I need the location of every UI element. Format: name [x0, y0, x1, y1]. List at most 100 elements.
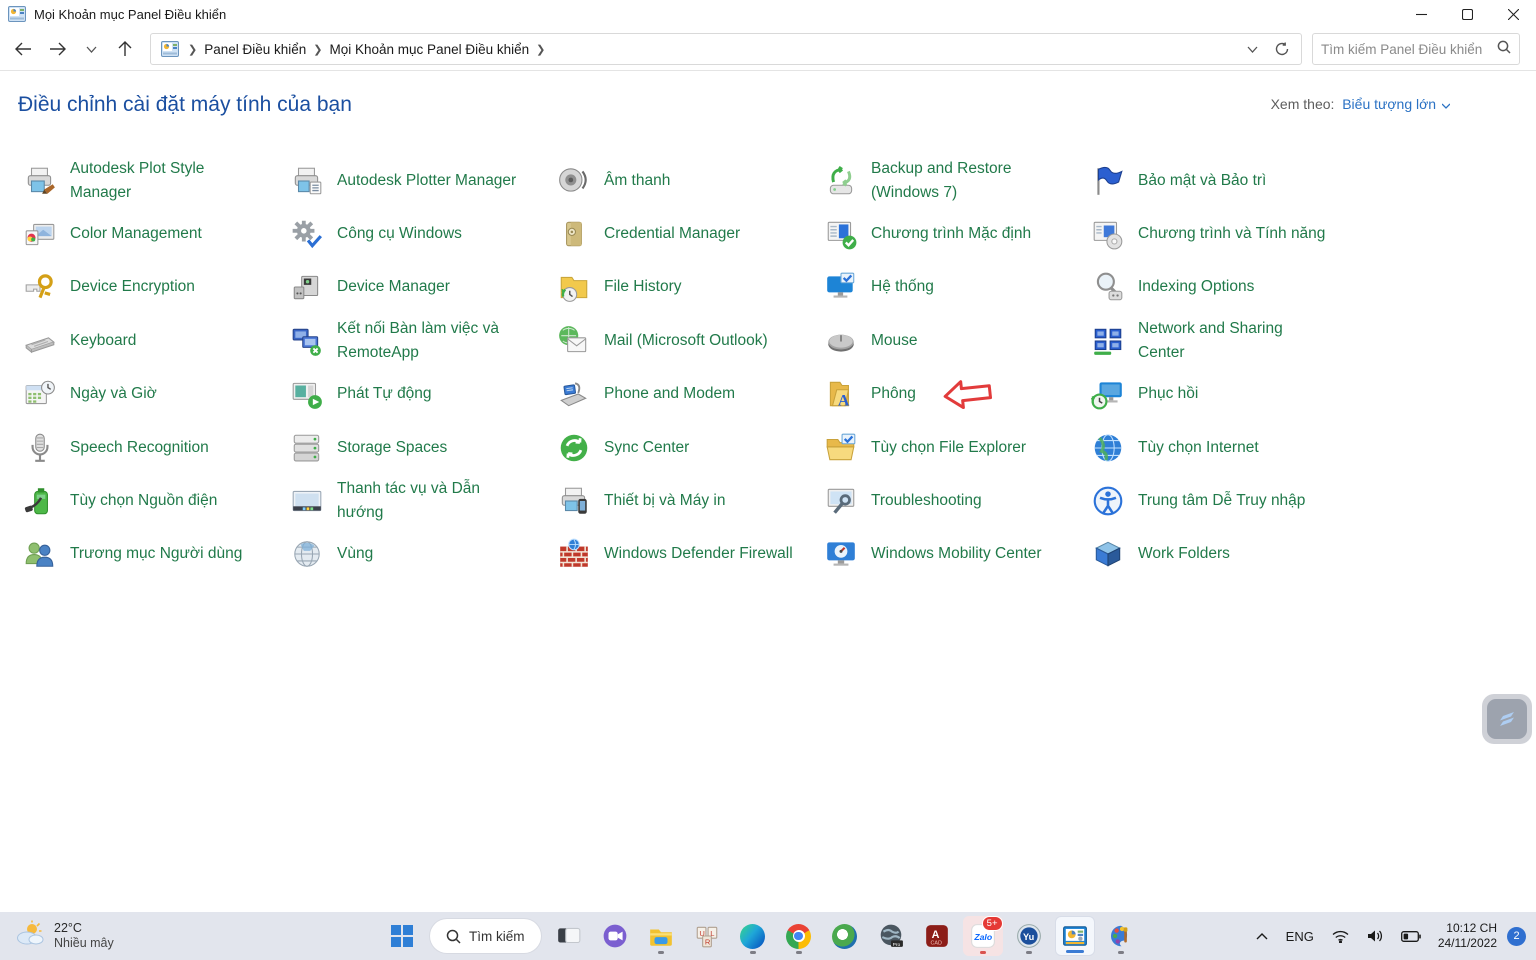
control-panel-item-truong-muc-nguoi-dung[interactable]: Trương mục Người dùng: [22, 536, 289, 572]
control-panel-item-phone-and-modem[interactable]: Phone and Modem: [556, 376, 823, 412]
control-panel-item-cong-cu-windows[interactable]: Công cụ Windows: [289, 216, 556, 252]
taskbar-app-yu-app[interactable]: Yu: [1009, 916, 1049, 956]
key-icon: [22, 269, 58, 305]
language-indicator[interactable]: ENG: [1279, 918, 1321, 954]
item-label: Thanh tác vụ và Dẫn hướng: [337, 477, 527, 525]
taskbar-app-coc-coc-browser[interactable]: [825, 916, 865, 956]
item-label: Chương trình Mặc định: [871, 222, 1031, 246]
control-panel-items-area: Autodesk Plot Style ManagerAutodesk Plot…: [22, 142, 1422, 581]
control-panel-item-file-history[interactable]: File History: [556, 269, 823, 305]
control-panel-item-mouse[interactable]: Mouse: [823, 323, 1090, 359]
backup-restore-icon: [823, 163, 859, 199]
control-panel-item-network-and-sharing-center[interactable]: Network and Sharing Center: [1090, 317, 1357, 365]
control-panel-item-vung[interactable]: Vùng: [289, 536, 556, 572]
control-panel-item-chuong-trinh-mac-dinh[interactable]: Chương trình Mặc định: [823, 216, 1090, 252]
svg-text:A: A: [931, 929, 939, 941]
wifi-icon[interactable]: [1325, 918, 1356, 954]
svg-text:Zalo: Zalo: [973, 932, 993, 942]
taskbar-app-task-view[interactable]: [549, 916, 589, 956]
taskbar-search[interactable]: Tìm kiếm: [430, 919, 541, 953]
control-panel-item-thanh-tac-vu-va-dan-huong[interactable]: Thanh tác vụ và Dẫn hướng: [289, 477, 556, 525]
refresh-button[interactable]: [1267, 35, 1297, 63]
taskbar-app-game-tiles[interactable]: ULR: [687, 916, 727, 956]
battery-icon[interactable]: [1394, 918, 1428, 954]
breadcrumb-moi-khoan-muc[interactable]: Mọi Khoản mục Panel Điều khiển: [326, 42, 534, 57]
control-panel-item-am-thanh[interactable]: Âm thanh: [556, 163, 823, 199]
control-panel-item-phong[interactable]: APhông: [823, 376, 1090, 412]
control-panel-item-phuc-hoi[interactable]: Phục hồi: [1090, 376, 1357, 412]
control-panel-item-mail-microsoft-outlook[interactable]: Mail (Microsoft Outlook): [556, 323, 823, 359]
control-panel-item-trung-tam-de-truy-nhap[interactable]: Trung tâm Dễ Truy nhập: [1090, 483, 1357, 519]
svg-text:Pro: Pro: [892, 942, 900, 948]
weather-widget[interactable]: 22°C Nhiều mây: [14, 920, 114, 953]
control-panel-item-backup-and-restore-windows-7[interactable]: Backup and Restore (Windows 7): [823, 157, 1090, 205]
control-panel-item-keyboard[interactable]: Keyboard: [22, 323, 289, 359]
flag-icon: [1090, 163, 1126, 199]
control-panel-item-ket-noi-ban-lam-viec-va-remoteapp[interactable]: Kết nối Bàn làm việc và RemoteApp: [289, 317, 556, 365]
taskbar-app-paint-palette[interactable]: [1101, 916, 1141, 956]
tray-chevron-up[interactable]: [1249, 918, 1275, 954]
control-panel-item-storage-spaces[interactable]: Storage Spaces: [289, 430, 556, 466]
control-panel-item-indexing-options[interactable]: Indexing Options: [1090, 269, 1357, 305]
search-icon[interactable]: [1497, 40, 1511, 59]
taskbar-app-zalo[interactable]: Zalo5+: [963, 916, 1003, 956]
search-input[interactable]: [1321, 42, 1497, 57]
control-panel-item-phat-tu-dong[interactable]: Phát Tự động: [289, 376, 556, 412]
control-panel-item-device-manager[interactable]: Device Manager: [289, 269, 556, 305]
control-panel-item-windows-mobility-center[interactable]: Windows Mobility Center: [823, 536, 1090, 572]
control-panel-item-he-thong[interactable]: Hệ thống: [823, 269, 1090, 305]
control-panel-item-sync-center[interactable]: Sync Center: [556, 430, 823, 466]
taskbar-app-file-explorer[interactable]: [641, 916, 681, 956]
control-panel-item-chuong-trinh-va-tinh-nang[interactable]: Chương trình và Tính năng: [1090, 216, 1357, 252]
control-panel-item-tuy-chon-nguon-dien[interactable]: Tùy chọn Nguồn điện: [22, 483, 289, 519]
control-panel-item-tuy-chon-file-explorer[interactable]: Tùy chọn File Explorer: [823, 430, 1090, 466]
forward-button[interactable]: [40, 32, 74, 66]
clock[interactable]: 10:12 CH 24/11/2022: [1432, 921, 1503, 951]
devices-printers-icon: [556, 483, 592, 519]
item-label: Kết nối Bàn làm việc và RemoteApp: [337, 317, 527, 365]
taskbar-app-google-earth-pro[interactable]: Pro: [871, 916, 911, 956]
control-panel-item-ngay-va-gio[interactable]: Ngày và Giờ: [22, 376, 289, 412]
item-label: Chương trình và Tính năng: [1138, 222, 1325, 246]
control-panel-item-speech-recognition[interactable]: Speech Recognition: [22, 430, 289, 466]
default-programs-icon: [823, 216, 859, 252]
taskbar-app-control-panel[interactable]: [1055, 916, 1095, 956]
close-button[interactable]: [1490, 0, 1536, 28]
troubleshooting-icon: [823, 483, 859, 519]
address-bar[interactable]: ❯ Panel Điều khiển ❯ Mọi Khoản mục Panel…: [150, 33, 1302, 65]
item-label: Windows Defender Firewall: [604, 542, 793, 566]
control-panel-item-windows-defender-firewall[interactable]: Windows Defender Firewall: [556, 536, 823, 572]
search-box[interactable]: [1312, 33, 1520, 65]
control-panel-item-credential-manager[interactable]: Credential Manager: [556, 216, 823, 252]
control-panel-item-thiet-bi-va-may-in[interactable]: Thiết bị và Máy in: [556, 483, 823, 519]
ease-of-access-icon: [1090, 483, 1126, 519]
control-panel-item-color-management[interactable]: Color Management: [22, 216, 289, 252]
control-panel-item-autodesk-plot-style-manager[interactable]: Autodesk Plot Style Manager: [22, 157, 289, 205]
control-panel-item-work-folders[interactable]: Work Folders: [1090, 536, 1357, 572]
taskbar-app-autocad[interactable]: ACAD: [917, 916, 957, 956]
svg-text:CAD: CAD: [930, 941, 942, 947]
taskbar-app-edge-browser[interactable]: [733, 916, 773, 956]
weather-temperature: 22°C: [54, 921, 114, 936]
item-label: Backup and Restore (Windows 7): [871, 157, 1061, 205]
control-panel-item-bao-mat-va-bao-tri[interactable]: Bảo mật và Bảo trì: [1090, 163, 1357, 199]
start-button[interactable]: [382, 916, 422, 956]
volume-icon[interactable]: [1360, 918, 1390, 954]
notification-count-badge[interactable]: 2: [1507, 927, 1526, 946]
maximize-button[interactable]: [1444, 0, 1490, 28]
taskbar-app-video-chat-app[interactable]: [595, 916, 635, 956]
back-button[interactable]: [6, 32, 40, 66]
screen-capture-overlay-button[interactable]: [1482, 694, 1532, 744]
control-panel-item-troubleshooting[interactable]: Troubleshooting: [823, 483, 1090, 519]
address-dropdown-chevron[interactable]: [1237, 35, 1267, 63]
control-panel-item-autodesk-plotter-manager[interactable]: Autodesk Plotter Manager: [289, 163, 556, 199]
power-battery-icon: [22, 483, 58, 519]
recent-pages-chevron[interactable]: [74, 32, 108, 66]
control-panel-item-device-encryption[interactable]: Device Encryption: [22, 269, 289, 305]
up-button[interactable]: [108, 32, 142, 66]
taskbar-app-chrome-browser[interactable]: [779, 916, 819, 956]
breadcrumb-panel-dieu-khien[interactable]: Panel Điều khiển: [200, 42, 310, 57]
control-panel-item-tuy-chon-internet[interactable]: Tùy chọn Internet: [1090, 430, 1357, 466]
view-by-dropdown[interactable]: Biểu tượng lớn: [1338, 96, 1450, 112]
minimize-button[interactable]: [1398, 0, 1444, 28]
